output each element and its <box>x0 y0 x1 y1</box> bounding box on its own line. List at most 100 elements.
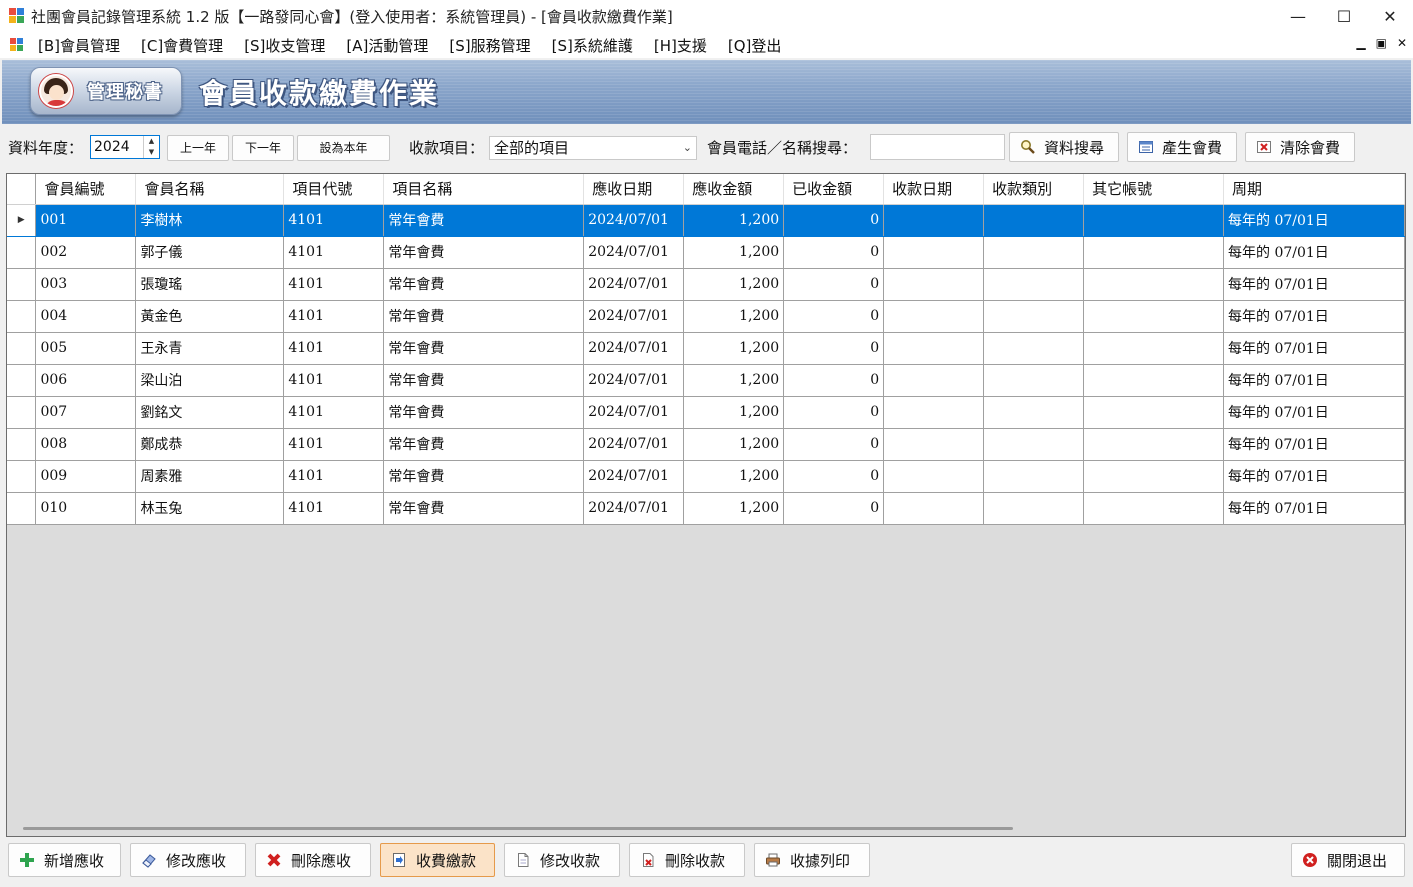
next-year-button[interactable]: 下一年 <box>232 135 294 161</box>
cell-due-amount[interactable]: 1,200 <box>683 300 785 333</box>
cell-paid-date[interactable] <box>883 236 985 269</box>
cell-member-name[interactable]: 周素雅 <box>135 460 285 493</box>
cell-due-amount[interactable]: 1,200 <box>683 428 785 461</box>
table-row[interactable]: 003 張瓊瑤 4101 常年會費 2024/07/01 1,200 0 每年的 07/01日 <box>7 268 1405 301</box>
cell-member-name[interactable]: 林玉兔 <box>135 492 285 525</box>
column-header-cycle[interactable]: 周期 <box>1223 174 1405 205</box>
cell-member-id[interactable]: 008 <box>35 428 137 461</box>
cell-other-account[interactable] <box>1083 204 1224 237</box>
row-header[interactable] <box>7 428 37 461</box>
edit-receivable-button[interactable]: 修改應收 <box>130 843 246 877</box>
cell-member-name[interactable]: 李樹林 <box>135 204 285 237</box>
minimize-button[interactable]: — <box>1275 0 1321 32</box>
cell-paid-amount[interactable]: 0 <box>783 300 885 333</box>
cell-cycle[interactable]: 每年的 07/01日 <box>1223 492 1405 525</box>
row-header[interactable] <box>7 236 37 269</box>
row-header[interactable] <box>7 460 37 493</box>
table-row[interactable]: 005 王永青 4101 常年會費 2024/07/01 1,200 0 每年的 07/01日 <box>7 332 1405 365</box>
cell-paid-date[interactable] <box>883 364 985 397</box>
cell-item-code[interactable]: 4101 <box>283 300 385 333</box>
cell-other-account[interactable] <box>1083 492 1224 525</box>
maximize-button[interactable]: ☐ <box>1321 0 1367 32</box>
cell-payment-type[interactable] <box>983 204 1085 237</box>
collect-payment-button[interactable]: 收費繳款 <box>380 843 495 877</box>
mdi-child-icon[interactable] <box>10 38 24 52</box>
cell-paid-amount[interactable]: 0 <box>783 492 885 525</box>
cell-due-amount[interactable]: 1,200 <box>683 396 785 429</box>
cell-member-name[interactable]: 鄭成恭 <box>135 428 285 461</box>
menu-service[interactable]: [S]服務管理 <box>449 35 530 56</box>
cell-due-date[interactable]: 2024/07/01 <box>583 364 685 397</box>
delete-receivable-button[interactable]: 刪除應收 <box>255 843 371 877</box>
cell-paid-amount[interactable]: 0 <box>783 460 885 493</box>
cell-payment-type[interactable] <box>983 396 1085 429</box>
cell-payment-type[interactable] <box>983 268 1085 301</box>
edit-payment-button[interactable]: 修改收款 <box>504 843 620 877</box>
column-header-member-id[interactable]: 會員編號 <box>35 174 137 205</box>
close-button[interactable]: ✕ <box>1367 0 1413 32</box>
cell-member-name[interactable]: 梁山泊 <box>135 364 285 397</box>
prev-year-button[interactable]: 上一年 <box>167 135 229 161</box>
spin-up-icon[interactable]: ▲ <box>144 136 159 147</box>
menu-finance[interactable]: [S]收支管理 <box>244 35 325 56</box>
table-row[interactable]: 008 鄭成恭 4101 常年會費 2024/07/01 1,200 0 每年的 07/01日 <box>7 428 1405 461</box>
cell-paid-amount[interactable]: 0 <box>783 236 885 269</box>
column-header-member-name[interactable]: 會員名稱 <box>135 174 285 205</box>
row-header[interactable] <box>7 396 37 429</box>
cell-due-amount[interactable]: 1,200 <box>683 332 785 365</box>
cell-due-date[interactable]: 2024/07/01 <box>583 396 685 429</box>
row-header[interactable] <box>7 364 37 397</box>
cell-due-amount[interactable]: 1,200 <box>683 268 785 301</box>
cell-member-id[interactable]: 007 <box>35 396 137 429</box>
search-input[interactable] <box>870 134 1005 160</box>
table-row[interactable]: 002 郭子儀 4101 常年會費 2024/07/01 1,200 0 每年的 07/01日 <box>7 236 1405 269</box>
cell-item-code[interactable]: 4101 <box>283 428 385 461</box>
table-row[interactable]: 010 林玉兔 4101 常年會費 2024/07/01 1,200 0 每年的 07/01日 <box>7 492 1405 525</box>
cell-due-date[interactable]: 2024/07/01 <box>583 428 685 461</box>
cell-paid-date[interactable] <box>883 268 985 301</box>
cell-payment-type[interactable] <box>983 236 1085 269</box>
cell-cycle[interactable]: 每年的 07/01日 <box>1223 236 1405 269</box>
column-header-due-date[interactable]: 應收日期 <box>583 174 685 205</box>
cell-due-amount[interactable]: 1,200 <box>683 460 785 493</box>
column-header-payment-type[interactable]: 收款類別 <box>983 174 1085 205</box>
cell-item-name[interactable]: 常年會費 <box>383 492 585 525</box>
cell-item-name[interactable]: 常年會費 <box>383 364 585 397</box>
horizontal-scrollbar[interactable] <box>23 827 1013 830</box>
cell-due-date[interactable]: 2024/07/01 <box>583 300 685 333</box>
cell-other-account[interactable] <box>1083 460 1224 493</box>
cell-member-id[interactable]: 001 <box>35 204 137 237</box>
cell-other-account[interactable] <box>1083 332 1224 365</box>
cell-item-code[interactable]: 4101 <box>283 268 385 301</box>
cell-due-date[interactable]: 2024/07/01 <box>583 332 685 365</box>
table-row[interactable]: 007 劉銘文 4101 常年會費 2024/07/01 1,200 0 每年的 07/01日 <box>7 396 1405 429</box>
menu-system[interactable]: [S]系統維護 <box>552 35 633 56</box>
cell-paid-amount[interactable]: 0 <box>783 396 885 429</box>
cell-payment-type[interactable] <box>983 492 1085 525</box>
cell-member-id[interactable]: 010 <box>35 492 137 525</box>
cell-paid-date[interactable] <box>883 428 985 461</box>
cell-due-date[interactable]: 2024/07/01 <box>583 204 685 237</box>
cell-item-name[interactable]: 常年會費 <box>383 236 585 269</box>
menu-member[interactable]: [B]會員管理 <box>38 35 120 56</box>
generate-fee-button[interactable]: 產生會費 <box>1127 132 1237 162</box>
cell-paid-date[interactable] <box>883 300 985 333</box>
app-icon[interactable] <box>9 8 25 24</box>
cell-other-account[interactable] <box>1083 428 1224 461</box>
cell-due-amount[interactable]: 1,200 <box>683 236 785 269</box>
cell-member-name[interactable]: 郭子儀 <box>135 236 285 269</box>
spin-down-icon[interactable]: ▼ <box>144 147 159 158</box>
cell-cycle[interactable]: 每年的 07/01日 <box>1223 396 1405 429</box>
menu-activity[interactable]: [A]活動管理 <box>346 35 428 56</box>
cell-member-name[interactable]: 王永青 <box>135 332 285 365</box>
cell-paid-amount[interactable]: 0 <box>783 428 885 461</box>
cell-item-code[interactable]: 4101 <box>283 460 385 493</box>
cell-item-name[interactable]: 常年會費 <box>383 460 585 493</box>
cell-member-id[interactable]: 003 <box>35 268 137 301</box>
cell-item-code[interactable]: 4101 <box>283 492 385 525</box>
year-value[interactable]: 2024 <box>91 136 143 158</box>
cell-other-account[interactable] <box>1083 268 1224 301</box>
cell-due-date[interactable]: 2024/07/01 <box>583 460 685 493</box>
cell-member-id[interactable]: 002 <box>35 236 137 269</box>
cell-item-name[interactable]: 常年會費 <box>383 300 585 333</box>
